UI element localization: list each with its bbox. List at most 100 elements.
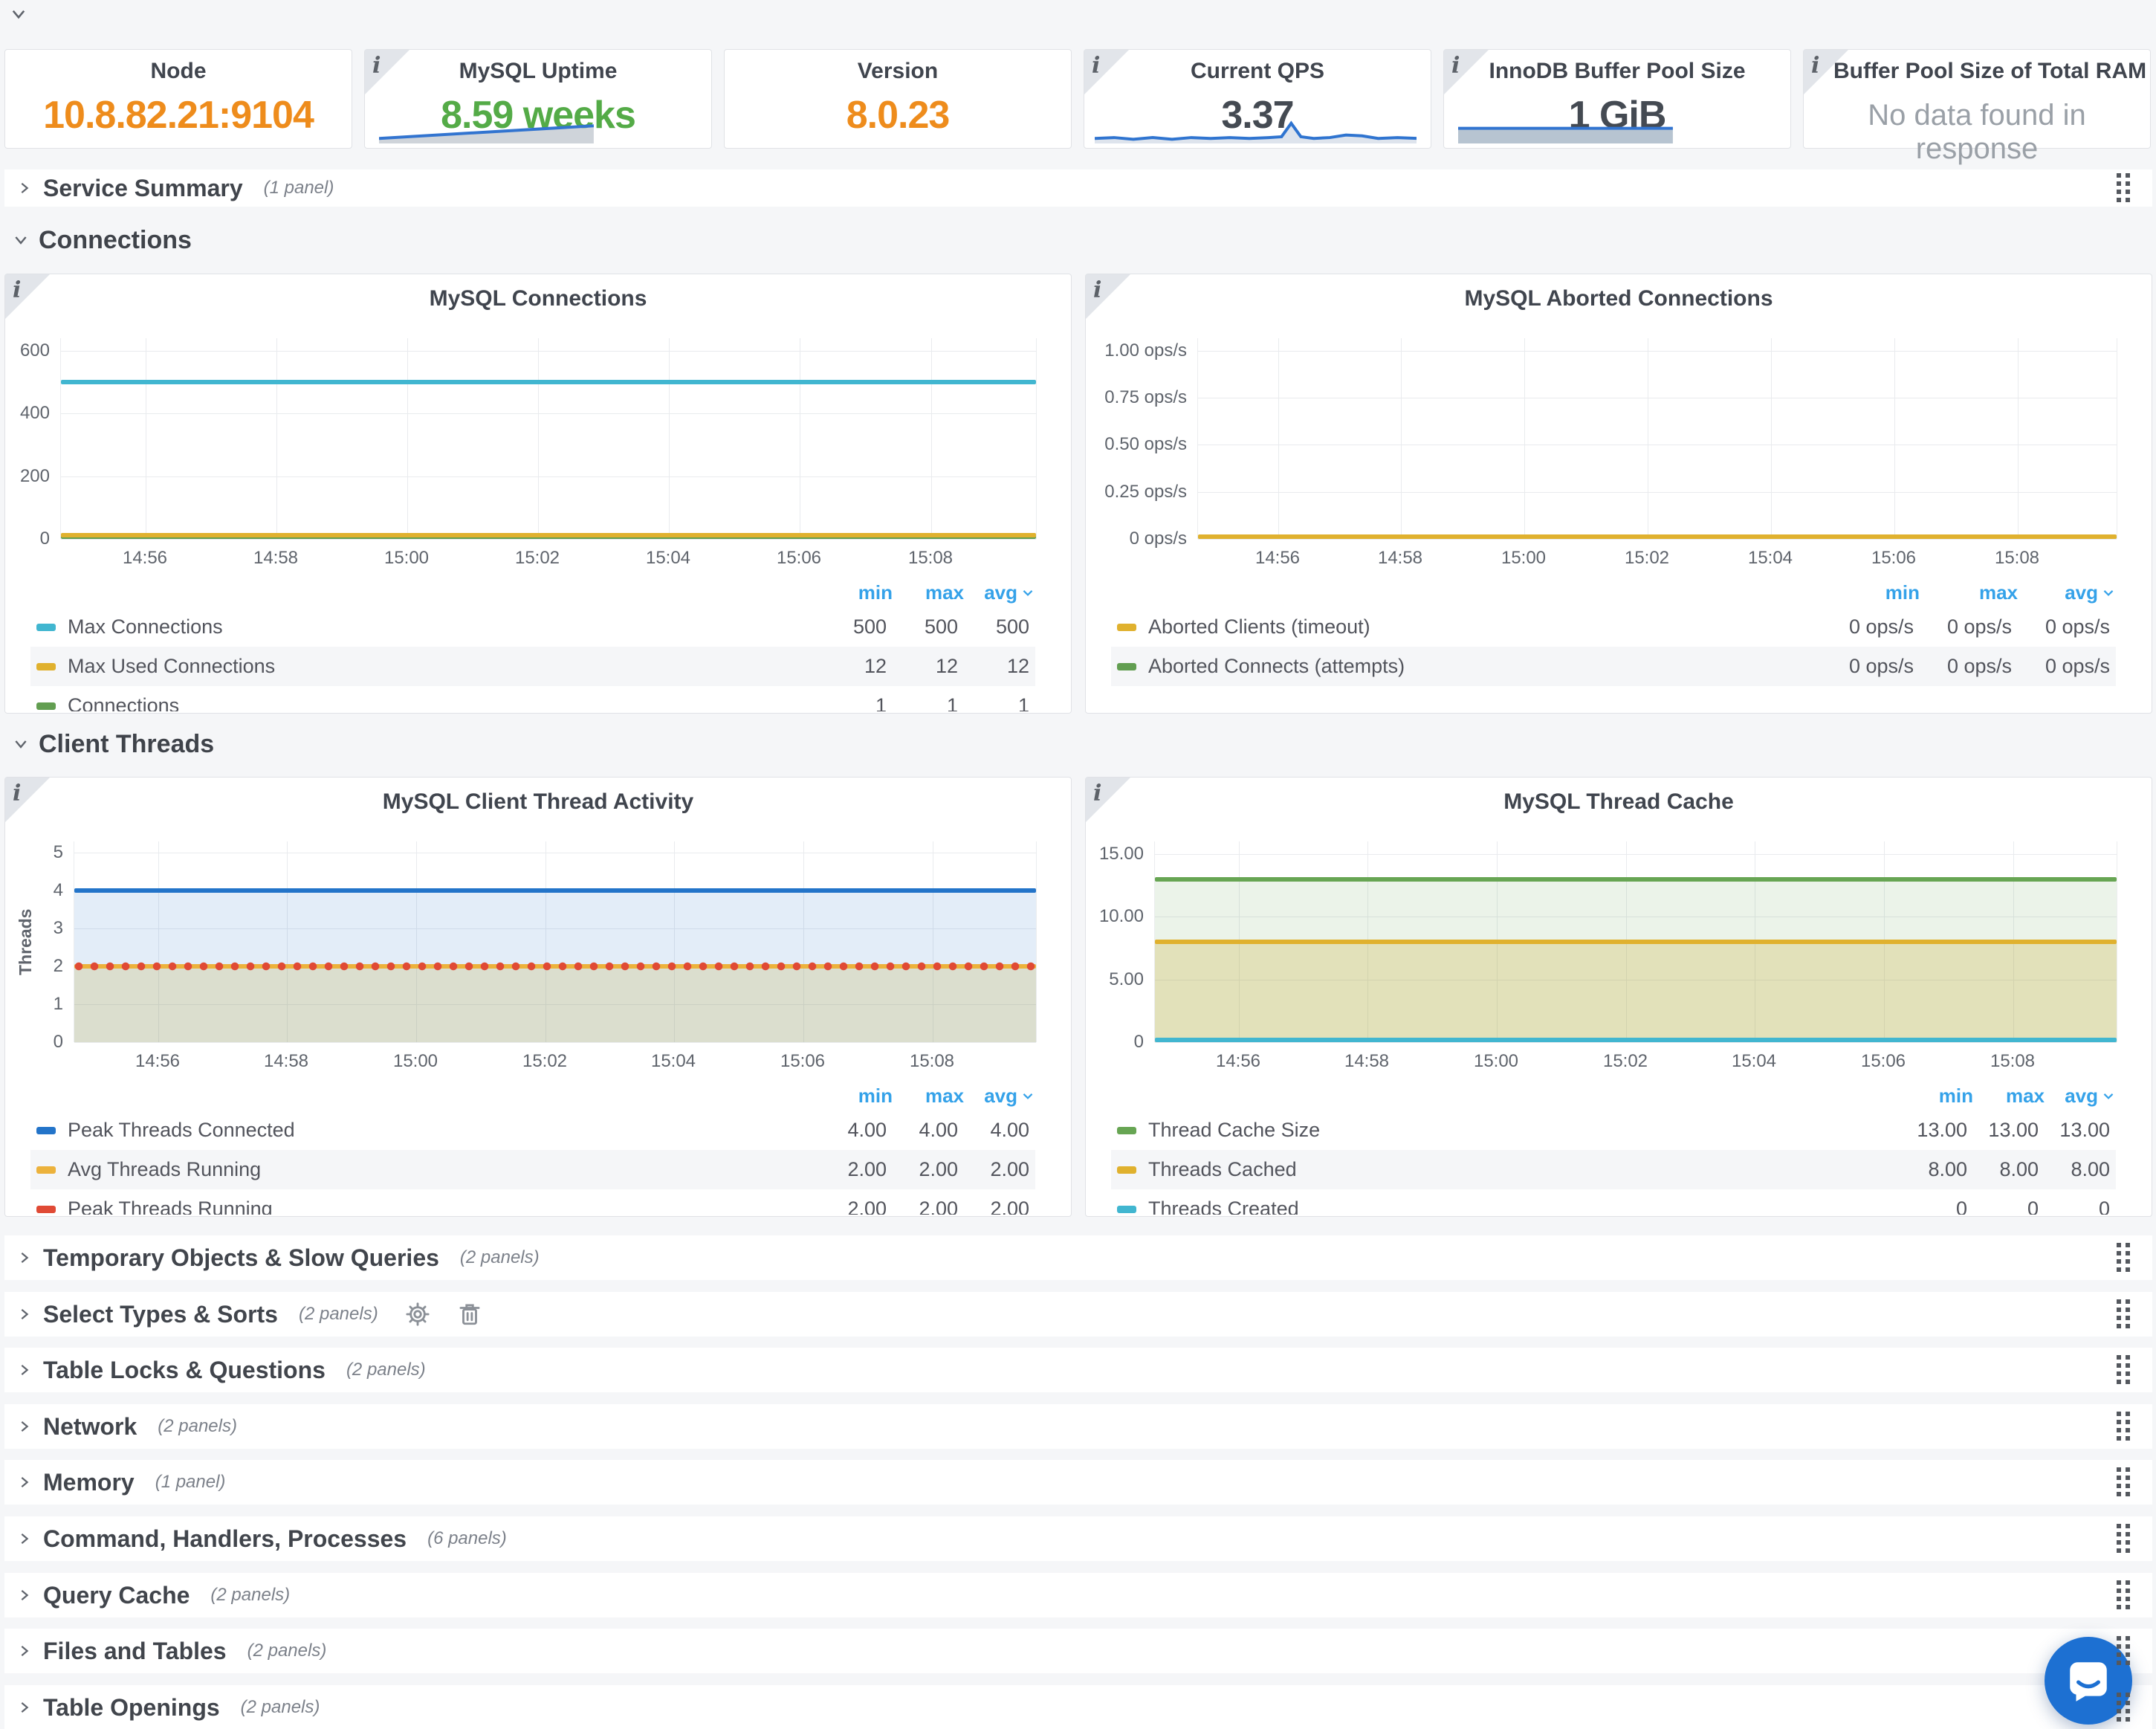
row-title[interactable]: Table Locks & Questions <box>43 1357 326 1384</box>
dashboard-row-files-and-tables[interactable]: Files and Tables(2 panels) <box>4 1629 2152 1673</box>
legend-sort-label[interactable]: avg <box>2065 581 2098 604</box>
panel-title[interactable]: Node <box>35 59 322 84</box>
series-color-swatch[interactable] <box>36 663 56 670</box>
info-corner-icon[interactable]: i <box>5 274 50 319</box>
legend-series-label[interactable]: Avg Threads Running <box>68 1158 815 1181</box>
info-corner-icon[interactable]: i <box>1086 274 1130 319</box>
dashboard-row-select-types-sorts[interactable]: Select Types & Sorts(2 panels) <box>4 1292 2152 1337</box>
series-color-swatch[interactable] <box>36 624 56 631</box>
legend-sort-label[interactable]: max <box>925 581 964 604</box>
legend-sort-label[interactable]: avg <box>984 1085 1017 1108</box>
legend-series-label[interactable]: Aborted Clients (timeout) <box>1148 615 1816 639</box>
row-title[interactable]: Service Summary <box>43 175 243 202</box>
legend-sort-avg[interactable]: avg <box>2018 581 2116 604</box>
dashboard-row-table-openings[interactable]: Table Openings(2 panels) <box>4 1685 2152 1729</box>
row-title[interactable]: Files and Tables <box>43 1638 227 1665</box>
legend-sort-min[interactable]: min <box>821 1085 893 1108</box>
row-title[interactable]: Temporary Objects & Slow Queries <box>43 1244 439 1272</box>
legend-sort-min[interactable]: min <box>821 581 893 604</box>
gear-icon[interactable] <box>405 1302 430 1327</box>
series-color-swatch[interactable] <box>1117 663 1136 670</box>
row-drag-handle-icon[interactable] <box>2117 1299 2131 1333</box>
info-corner-icon[interactable]: i <box>1084 50 1129 94</box>
dashboard-row-table-locks-questions[interactable]: Table Locks & Questions(2 panels) <box>4 1348 2152 1392</box>
legend-series-label[interactable]: Aborted Connects (attempts) <box>1148 655 1816 678</box>
row-drag-handle-icon[interactable] <box>2117 1467 2131 1501</box>
dashboard-row-memory[interactable]: Memory(1 panel) <box>4 1460 2152 1505</box>
info-corner-icon[interactable]: i <box>365 50 409 94</box>
legend-sort-avg[interactable]: avg <box>2045 1085 2116 1108</box>
legend-sort-label[interactable]: min <box>1939 1085 1973 1108</box>
legend-sort-max[interactable]: max <box>1973 1085 2045 1108</box>
panel-title[interactable]: MySQL Uptime <box>395 59 682 84</box>
series-color-swatch[interactable] <box>1117 1127 1136 1134</box>
legend-sort-label[interactable]: min <box>858 581 893 604</box>
legend-sort-label[interactable]: max <box>1979 581 2018 604</box>
section-title[interactable]: Client Threads <box>39 730 214 759</box>
series-color-swatch[interactable] <box>1117 624 1136 631</box>
dashboard-row-command-handlers-processes[interactable]: Command, Handlers, Processes(6 panels) <box>4 1516 2152 1561</box>
panel-title[interactable]: Buffer Pool Size of Total RAM <box>1833 59 2120 84</box>
section-header-connections[interactable]: Connections <box>4 223 192 257</box>
row-drag-handle-icon[interactable] <box>2117 1355 2131 1389</box>
legend-sort-min[interactable]: min <box>1902 1085 1973 1108</box>
series-color-swatch[interactable] <box>36 1206 56 1213</box>
trash-icon[interactable] <box>457 1302 482 1327</box>
panel-title[interactable]: MySQL Client Thread Activity <box>94 789 982 815</box>
legend-series-label[interactable]: Peak Threads Connected <box>68 1119 815 1142</box>
row-drag-handle-icon[interactable] <box>2117 1580 2131 1614</box>
dashboard-row-service-summary[interactable]: Service Summary(1 panel) <box>4 169 2152 207</box>
row-title[interactable]: Command, Handlers, Processes <box>43 1525 407 1553</box>
row-drag-handle-icon[interactable] <box>2117 1243 2131 1276</box>
info-corner-icon[interactable]: i <box>1086 778 1130 822</box>
legend-sort-label[interactable]: max <box>2006 1085 2045 1108</box>
series-color-swatch[interactable] <box>36 1166 56 1174</box>
section-title[interactable]: Connections <box>39 226 192 255</box>
series-color-swatch[interactable] <box>1117 1206 1136 1213</box>
legend-sort-max[interactable]: max <box>893 581 964 604</box>
panel-title[interactable]: Current QPS <box>1114 59 1401 84</box>
legend-sort-avg[interactable]: avg <box>964 1085 1035 1108</box>
legend-sort-label[interactable]: avg <box>984 581 1017 604</box>
dashboard-row-network[interactable]: Network(2 panels) <box>4 1404 2152 1449</box>
dashboard-row-temporary-objects-slow-queries[interactable]: Temporary Objects & Slow Queries(2 panel… <box>4 1235 2152 1280</box>
legend-series-label[interactable]: Peak Threads Running <box>68 1198 815 1215</box>
info-corner-icon[interactable]: i <box>5 778 50 822</box>
page-collapse-chevron-icon[interactable] <box>9 4 28 28</box>
panel-title[interactable]: MySQL Thread Cache <box>1175 789 2062 815</box>
panel-title[interactable]: MySQL Connections <box>94 286 982 311</box>
legend-sort-label[interactable]: max <box>925 1085 964 1108</box>
row-title[interactable]: Table Openings <box>43 1694 220 1722</box>
section-header-client-threads[interactable]: Client Threads <box>4 727 214 761</box>
row-drag-handle-icon[interactable] <box>2117 173 2131 207</box>
row-title[interactable]: Query Cache <box>43 1582 190 1609</box>
legend-series-label[interactable]: Connections <box>68 694 815 711</box>
series-color-swatch[interactable] <box>1117 1166 1136 1174</box>
legend-sort-max[interactable]: max <box>893 1085 964 1108</box>
legend-sort-label[interactable]: min <box>1885 581 1920 604</box>
row-drag-handle-icon[interactable] <box>2117 1693 2131 1726</box>
legend-sort-avg[interactable]: avg <box>964 581 1035 604</box>
legend-series-label[interactable]: Max Connections <box>68 615 815 639</box>
legend-series-label[interactable]: Threads Cached <box>1148 1158 1896 1181</box>
info-corner-icon[interactable]: i <box>1804 50 1848 94</box>
legend-series-label[interactable]: Max Used Connections <box>68 655 815 678</box>
series-color-swatch[interactable] <box>36 702 56 710</box>
legend-sort-min[interactable]: min <box>1822 581 1920 604</box>
row-drag-handle-icon[interactable] <box>2117 1524 2131 1557</box>
legend-series-label[interactable]: Thread Cache Size <box>1148 1119 1896 1142</box>
row-drag-handle-icon[interactable] <box>2117 1636 2131 1670</box>
row-title[interactable]: Memory <box>43 1469 135 1496</box>
dashboard-row-query-cache[interactable]: Query Cache(2 panels) <box>4 1573 2152 1617</box>
row-title[interactable]: Network <box>43 1413 137 1441</box>
row-title[interactable]: Select Types & Sorts <box>43 1301 278 1328</box>
series-color-swatch[interactable] <box>36 1127 56 1134</box>
legend-sort-label[interactable]: avg <box>2065 1085 2098 1108</box>
info-corner-icon[interactable]: i <box>1444 50 1489 94</box>
panel-title[interactable]: MySQL Aborted Connections <box>1175 286 2062 311</box>
legend-sort-max[interactable]: max <box>1920 581 2018 604</box>
legend-sort-label[interactable]: min <box>858 1085 893 1108</box>
panel-title[interactable]: Version <box>754 59 1041 84</box>
legend-series-label[interactable]: Threads Created <box>1148 1198 1896 1215</box>
row-drag-handle-icon[interactable] <box>2117 1412 2131 1445</box>
